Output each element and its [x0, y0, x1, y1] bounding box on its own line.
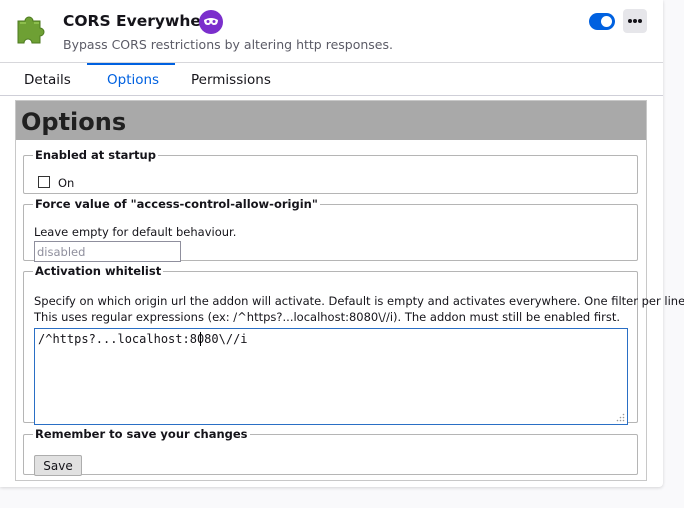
addon-header: CORS Everywhere Bypass CORS restrictions…: [0, 0, 663, 62]
tab-options[interactable]: Options: [107, 63, 159, 96]
whitelist-textarea-value: /^https?...localhost:8080\//i: [38, 332, 248, 346]
text-caret: [200, 332, 201, 346]
options-frame: Options Enabled at startup On Force valu…: [15, 100, 684, 481]
tab-bar: Details Options Permissions: [0, 63, 663, 96]
whitelist-textarea[interactable]: /^https?...localhost:8080\//i: [34, 328, 628, 425]
three-dots-icon: [628, 19, 632, 23]
whitelist-fieldset: Activation whitelist Specify on which or…: [23, 264, 684, 425]
options-banner: Options: [16, 101, 646, 140]
startup-checkbox[interactable]: [38, 176, 50, 188]
tab-details[interactable]: Details: [24, 63, 71, 96]
whitelist-description-line2: This uses regular expressions (ex: /^htt…: [34, 310, 621, 324]
whitelist-description-line1: Specify on which origin url the addon wi…: [34, 294, 684, 308]
dot: [638, 19, 642, 23]
recommended-badge[interactable]: [199, 10, 223, 34]
resize-grip-icon[interactable]: [616, 413, 625, 422]
save-legend: Remember to save your changes: [35, 427, 248, 441]
addon-description: Bypass CORS restrictions by altering htt…: [63, 37, 393, 52]
whitelist-legend: Activation whitelist: [35, 264, 162, 278]
toggle-knob: [601, 16, 612, 27]
dot: [633, 19, 637, 23]
puzzle-piece-icon: [17, 16, 45, 44]
enable-toggle[interactable]: [589, 13, 615, 30]
tab-permissions[interactable]: Permissions: [191, 63, 271, 96]
startup-legend: Enabled at startup: [35, 148, 156, 162]
addon-card: CORS Everywhere Bypass CORS restrictions…: [0, 0, 684, 487]
recommended-mask-icon: [204, 18, 218, 25]
force-value-hint: Leave empty for default behaviour.: [34, 225, 237, 239]
force-value-fieldset: Force value of "access-control-allow-ori…: [23, 197, 638, 262]
startup-checkbox-label: On: [58, 176, 75, 190]
options-title: Options: [21, 108, 127, 136]
save-fieldset: Remember to save your changes Save: [23, 427, 638, 476]
startup-fieldset: Enabled at startup On: [23, 148, 638, 194]
more-options-button[interactable]: [623, 9, 647, 33]
force-value-legend: Force value of "access-control-allow-ori…: [35, 197, 318, 211]
tabs-divider: [0, 95, 663, 96]
addon-name: CORS Everywhere: [63, 12, 220, 30]
save-button[interactable]: Save: [34, 455, 82, 476]
force-value-input[interactable]: [34, 241, 181, 262]
